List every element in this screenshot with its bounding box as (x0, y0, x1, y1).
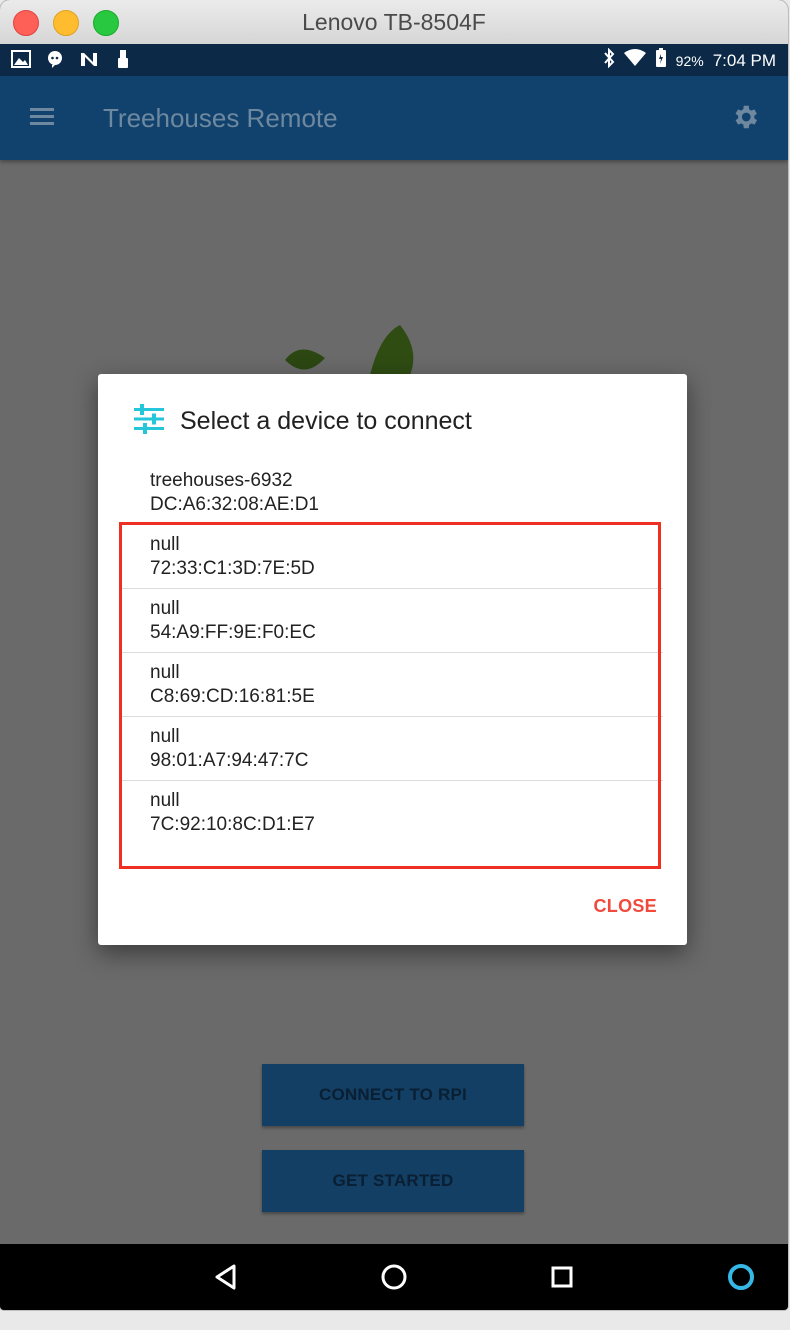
device-select-dialog: Select a device to connect treehouses-69… (98, 374, 687, 945)
dialog-title: Select a device to connect (180, 407, 472, 435)
recents-icon[interactable] (546, 1261, 578, 1293)
treehouses-logo (285, 325, 414, 375)
get-started-button[interactable]: GET STARTED (262, 1150, 524, 1212)
highlight-box (119, 522, 661, 869)
emulator-window: Lenovo TB-8504F 92% 7:04 PM Treehouses R… (0, 0, 788, 1310)
wifi-icon (623, 49, 646, 72)
app-title: Treehouses Remote (103, 103, 338, 133)
tune-sliders-icon (132, 402, 166, 441)
chat-icon (44, 49, 66, 69)
device-mac: DC:A6:32:08:AE:D1 (150, 494, 319, 515)
home-icon[interactable] (378, 1261, 410, 1293)
android-navigation-bar (0, 1244, 788, 1310)
battery-icon (655, 48, 667, 73)
battery-percent: 92% (675, 52, 704, 69)
app-bar: Treehouses Remote (0, 76, 788, 160)
device-name: treehouses-6932 (150, 470, 293, 491)
usb-icon (112, 49, 134, 69)
window-title: Lenovo TB-8504F (302, 9, 486, 35)
hamburger-menu-icon[interactable] (30, 104, 62, 132)
bluetooth-icon (603, 47, 615, 73)
device-item[interactable]: treehouses-6932 DC:A6:32:08:AE:D1 (98, 466, 687, 520)
n-icon (78, 49, 100, 69)
window-titlebar: Lenovo TB-8504F (0, 0, 788, 45)
assistant-icon[interactable] (725, 1261, 757, 1293)
connect-to-rpi-button[interactable]: CONNECT TO RPI (262, 1064, 524, 1126)
gear-icon[interactable] (730, 102, 760, 132)
clock: 7:04 PM (712, 50, 776, 70)
back-icon[interactable] (210, 1261, 242, 1293)
android-status-bar: 92% 7:04 PM (0, 44, 788, 76)
gallery-icon (10, 49, 32, 69)
close-button[interactable]: CLOSE (593, 896, 657, 917)
